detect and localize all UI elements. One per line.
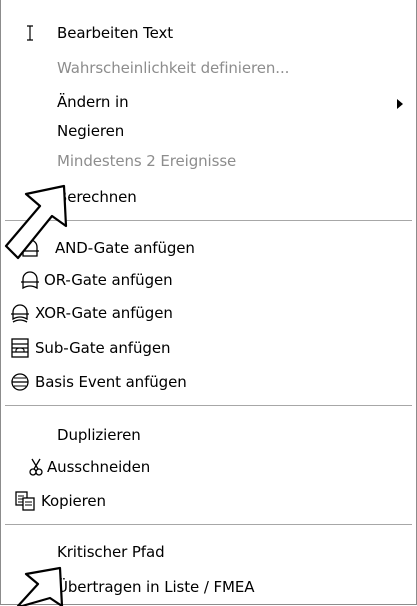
menu-item-label: Kopieren [41, 492, 106, 510]
menu-item-add-xor-gate[interactable]: XOR-Gate anfügen [1, 298, 414, 328]
text-cursor-icon [19, 22, 41, 44]
menu-separator [5, 524, 412, 526]
menu-item-label: Sub-Gate anfügen [35, 339, 171, 357]
menu-item-label: Ausschneiden [47, 458, 151, 476]
menu-item-add-sub-gate[interactable]: Sub-Gate anfügen [1, 333, 414, 363]
menu-item-min-two-events: Mindestens 2 Ereignisse [1, 146, 414, 176]
chevron-right-icon [396, 96, 404, 109]
menu-item-copy[interactable]: Kopieren [1, 486, 414, 516]
menu-item-label: Ändern in [57, 93, 129, 111]
menu-item-label: Wahrscheinlichkeit definieren... [57, 59, 290, 77]
menu-item-cut[interactable]: Ausschneiden [1, 452, 414, 482]
menu-separator [5, 405, 412, 407]
menu-item-negate[interactable]: Negieren [1, 116, 414, 146]
menu-item-label: Übertragen in Liste / FMEA [57, 578, 255, 596]
sub-gate-icon [9, 337, 31, 359]
menu-item-label: Basis Event anfügen [35, 373, 187, 391]
basis-event-icon [9, 371, 31, 393]
menu-item-label: Mindestens 2 Ereignisse [57, 152, 237, 170]
menu-item-edit-text[interactable]: Bearbeiten Text [1, 18, 414, 48]
xor-gate-icon [9, 302, 31, 324]
menu-item-label: Negieren [57, 122, 125, 140]
menu-item-label: XOR-Gate anfügen [35, 304, 173, 322]
copy-icon [14, 490, 36, 512]
menu-item-add-basis-event[interactable]: Basis Event anfügen [1, 367, 414, 397]
context-menu: Bearbeiten Text Wahrscheinlichkeit defin… [0, 0, 417, 605]
menu-item-duplicate[interactable]: Duplizieren [1, 420, 414, 450]
pointer-arrow-icon [16, 566, 64, 606]
menu-item-change-to[interactable]: Ändern in [1, 87, 414, 117]
menu-item-label: Duplizieren [57, 426, 141, 444]
pointer-arrow-icon [4, 184, 68, 260]
menu-item-define-probability: Wahrscheinlichkeit definieren... [1, 53, 414, 83]
menu-item-label: Bearbeiten Text [57, 24, 174, 42]
scissors-icon [25, 456, 47, 478]
